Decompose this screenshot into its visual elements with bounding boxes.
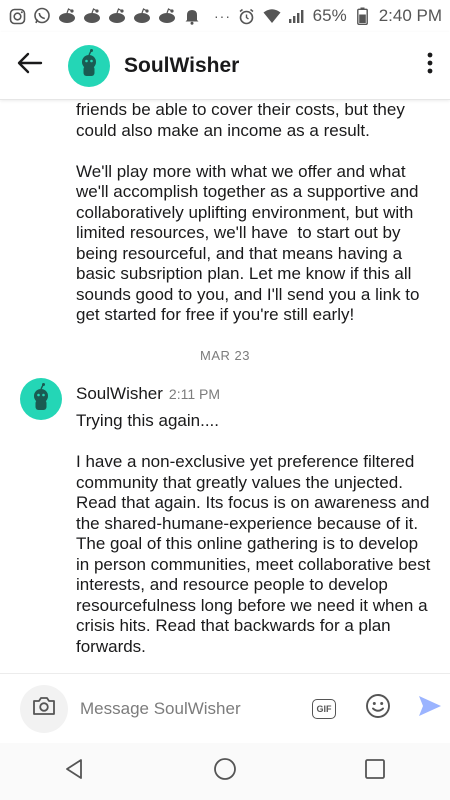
nav-home-button[interactable] — [205, 752, 245, 792]
snoo-avatar-icon — [74, 48, 104, 83]
back-button[interactable] — [0, 32, 60, 100]
message-timestamp: 2:11 PM — [168, 386, 221, 402]
message-input[interactable] — [80, 698, 280, 719]
square-recents-icon — [364, 758, 386, 785]
message-text: friends be able to cover their costs, bu… — [76, 100, 420, 324]
more-vertical-icon — [427, 52, 433, 79]
more-options-button[interactable] — [410, 32, 450, 100]
alarm-icon — [238, 7, 256, 25]
snoo-avatar-icon — [26, 382, 56, 417]
system-navigation-bar — [0, 743, 450, 800]
previous-message: friends be able to cover their costs, bu… — [76, 100, 436, 326]
nav-recents-button[interactable] — [355, 752, 395, 792]
status-bar-right: 65% 2:40 PM — [238, 6, 442, 26]
smiley-icon — [365, 693, 391, 724]
reddit-icon — [133, 7, 151, 25]
send-icon — [417, 694, 443, 723]
arrow-left-icon — [17, 52, 43, 79]
message-composer: GIF — [0, 673, 450, 743]
chat-title[interactable]: SoulWisher — [124, 54, 410, 78]
message: SoulWisher 2:11 PM Trying this again....… — [76, 384, 436, 657]
whatsapp-icon — [33, 7, 51, 25]
camera-button[interactable] — [20, 684, 68, 733]
message-meta: SoulWisher 2:11 PM — [76, 384, 436, 404]
date-separator: MAR 23 — [200, 348, 250, 363]
circle-home-icon — [213, 757, 237, 786]
gif-icon: GIF — [312, 698, 336, 719]
instagram-icon — [8, 7, 26, 25]
status-bar: ··· 65% 2:40 PM — [0, 0, 450, 32]
avatar[interactable] — [68, 44, 110, 87]
chat-header: SoulWisher — [0, 32, 450, 100]
battery-percent: 65% — [312, 6, 347, 25]
chat-message-list[interactable]: friends be able to cover their costs, bu… — [0, 100, 450, 673]
triangle-back-icon — [64, 758, 86, 785]
reddit-icon — [108, 7, 126, 25]
camera-icon — [32, 696, 56, 721]
signal-icon — [288, 7, 306, 25]
notification-bell-icon — [183, 7, 201, 25]
gif-button[interactable]: GIF — [308, 693, 340, 725]
reddit-icon — [158, 7, 176, 25]
status-bar-left: ··· — [8, 7, 231, 25]
message-author[interactable]: SoulWisher — [76, 384, 163, 404]
more-notifications-indicator: ··· — [214, 8, 231, 24]
message-text: Trying this again.... I have a non-exclu… — [76, 411, 431, 656]
battery-icon — [354, 7, 372, 25]
reddit-icon — [58, 7, 76, 25]
status-time: 2:40 PM — [378, 6, 442, 25]
wifi-icon — [263, 7, 281, 25]
emoji-button[interactable] — [362, 693, 394, 725]
send-button[interactable] — [414, 693, 446, 725]
nav-back-button[interactable] — [55, 752, 95, 792]
reddit-icon — [83, 7, 101, 25]
avatar[interactable] — [20, 378, 62, 420]
